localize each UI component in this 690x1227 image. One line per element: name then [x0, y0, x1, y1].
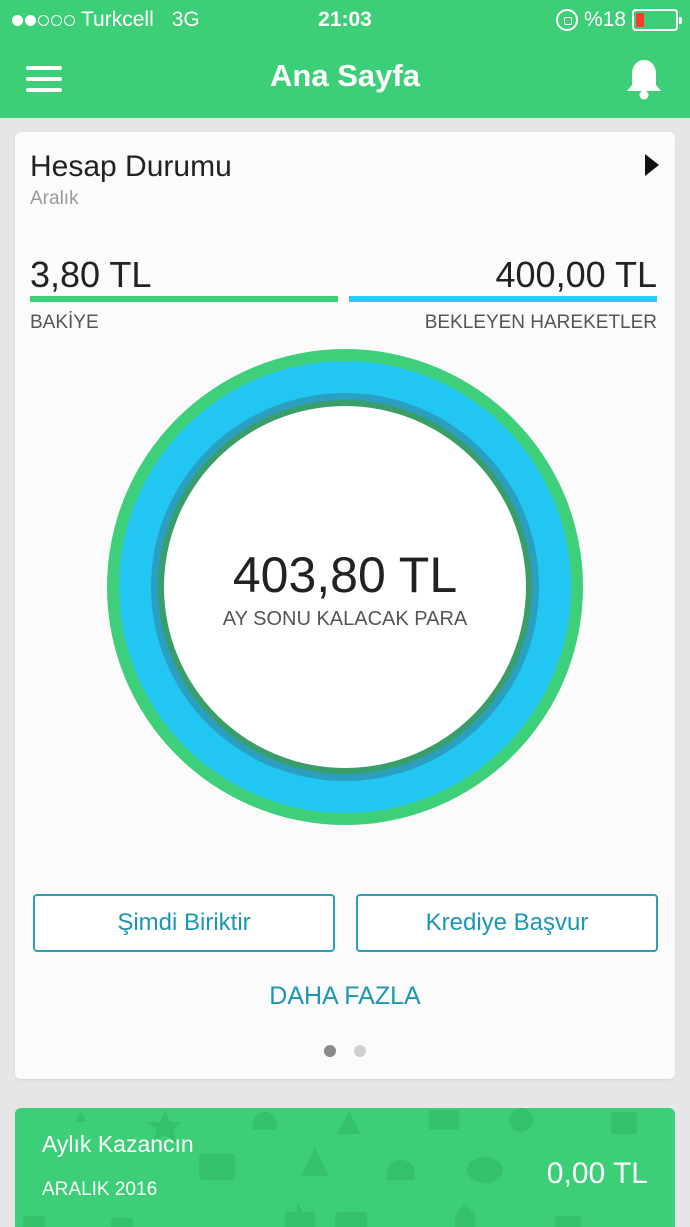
pending-label: BEKLEYEN HAREKETLER [424, 312, 657, 333]
pending-bar [349, 296, 657, 302]
earnings-title: Aylık Kazancın [42, 1131, 194, 1157]
account-status-card: Hesap Durumu Aralık 3,80 TL 400,00 TL BA… [15, 132, 675, 1079]
apply-loan-button[interactable]: Krediye Başvur [356, 894, 658, 952]
chevron-right-icon[interactable] [645, 154, 659, 176]
status-bar: Turkcell 3G 21:03 %18 [0, 0, 690, 40]
balance-label: BAKİYE [30, 312, 99, 333]
more-link[interactable]: DAHA FAZLA [15, 982, 675, 1011]
save-now-button[interactable]: Şimdi Biriktir [33, 894, 335, 952]
pending-amount: 400,00 TL [495, 254, 657, 295]
balance-bar [30, 296, 338, 302]
month-end-amount: 403,80 TL [232, 547, 458, 603]
card-subtitle: Aralık [30, 188, 79, 209]
battery-percent: %18 [583, 8, 626, 31]
page-indicator[interactable] [15, 1045, 675, 1057]
top-bar: Turkcell 3G 21:03 %18 Ana Sayfa [0, 0, 690, 118]
bell-icon[interactable] [626, 58, 662, 100]
card-title: Hesap Durumu [30, 150, 232, 183]
month-end-label: AY SONU KALACAK PARA [222, 608, 468, 630]
earnings-period: ARALIK 2016 [42, 1179, 158, 1200]
page-title: Ana Sayfa [270, 58, 420, 93]
balance-amount: 3,80 TL [30, 254, 152, 295]
page-dot-2[interactable] [354, 1045, 366, 1057]
earnings-amount: 0,00 TL [546, 1157, 648, 1190]
monthly-earnings-card[interactable]: Aylık Kazancın ARALIK 2016 0,00 TL [15, 1108, 675, 1227]
page-dot-1[interactable] [324, 1045, 336, 1057]
battery-icon [632, 9, 682, 31]
rotation-lock-icon [555, 9, 578, 31]
